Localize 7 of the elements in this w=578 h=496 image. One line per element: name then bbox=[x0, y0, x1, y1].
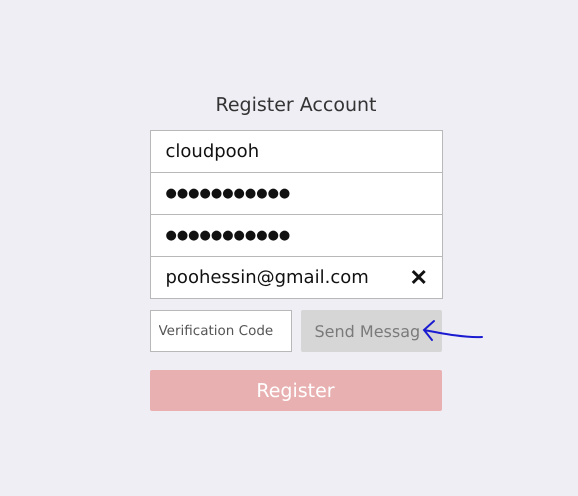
verification-code-field[interactable]: Verification Code bbox=[150, 310, 292, 352]
password-field[interactable]: ●●●●●●●●●●● bbox=[150, 172, 442, 215]
clear-button[interactable]: ✕ bbox=[410, 266, 428, 288]
username-field[interactable]: cloudpooh bbox=[150, 130, 442, 173]
form-title: Register Account bbox=[214, 93, 378, 118]
password-field[interactable]: ●●●●●●●●●●● bbox=[150, 214, 442, 257]
email-field[interactable]: poohessin@gmail.com ✕ bbox=[150, 256, 442, 299]
